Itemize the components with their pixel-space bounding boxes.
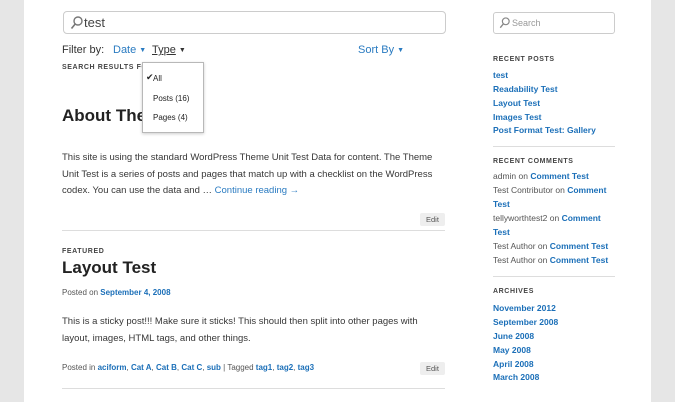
recent-comment-item: tellyworthtest2 on Comment Test: [493, 212, 617, 239]
search-icon: [499, 17, 510, 29]
chevron-down-icon: ▼: [397, 47, 405, 54]
results-heading: SEARCH RESULTS FO: [62, 64, 144, 71]
comment-on: on: [537, 241, 548, 251]
comment-on: on: [537, 255, 548, 265]
post-title[interactable]: About The: [62, 106, 146, 126]
category-link[interactable]: Cat A: [131, 363, 152, 372]
continue-reading-link[interactable]: Continue reading →: [215, 185, 300, 196]
archive-link[interactable]: June 2008: [493, 331, 534, 341]
tag-link[interactable]: tag3: [298, 363, 314, 372]
comment-author: tellyworthtest2: [493, 213, 548, 223]
page: test Filter by: Date ▼ Type ▼ Sort By ▼ SEA…: [24, 0, 651, 402]
comment-post-link[interactable]: Comment Test: [550, 255, 608, 265]
divider: [62, 230, 445, 231]
comment-post-link[interactable]: Comment Test: [550, 241, 608, 251]
comment-on: on: [555, 185, 565, 195]
divider: [493, 146, 615, 147]
post-excerpt: This is a sticky post!!! Make sure it st…: [62, 316, 418, 344]
type-option-pages[interactable]: Pages (4): [153, 113, 188, 122]
comment-post-link[interactable]: Comment Test: [530, 171, 588, 181]
archive-link[interactable]: April 2008: [493, 359, 534, 369]
archive-link[interactable]: November 2012: [493, 303, 556, 313]
recent-post-link[interactable]: test: [493, 70, 508, 80]
comment-on: on: [549, 213, 560, 223]
search-input[interactable]: test: [63, 11, 446, 34]
recent-post-link[interactable]: Readability Test: [493, 84, 558, 94]
post-title[interactable]: Layout Test: [62, 258, 156, 278]
type-option-all[interactable]: All: [153, 74, 162, 83]
category-link[interactable]: sub: [207, 363, 221, 372]
recent-comments-title: RECENT COMMENTS: [493, 158, 574, 165]
sort-by-label: Sort By: [358, 44, 395, 56]
category-link[interactable]: aciform: [98, 363, 127, 372]
recent-comment-item: Test Author on Comment Test: [493, 240, 617, 254]
comment-author: Test Author: [493, 241, 536, 251]
sidebar-search-input[interactable]: Search: [493, 12, 615, 34]
edit-button[interactable]: Edit: [420, 362, 445, 375]
chevron-down-icon: ▼: [178, 47, 186, 54]
sidebar-search-placeholder: Search: [512, 18, 541, 28]
filter-label: Filter by:: [62, 44, 105, 56]
archives-title: ARCHIVES: [493, 288, 534, 295]
post-date-line: Posted on September 4, 2008: [62, 288, 171, 297]
recent-posts-title: RECENT POSTS: [493, 56, 555, 63]
posted-in-label: Posted in: [62, 363, 96, 372]
filter-type-label: Type: [152, 44, 176, 56]
recent-post-link[interactable]: Images Test: [493, 112, 542, 122]
comment-author: Test Author: [493, 255, 536, 265]
filter-type-dropdown[interactable]: Type ▼: [152, 44, 186, 56]
comment-author: admin: [493, 171, 517, 181]
archive-link[interactable]: May 2008: [493, 345, 531, 355]
filter-date-dropdown[interactable]: Date ▼: [113, 44, 146, 56]
comment-on: on: [518, 171, 528, 181]
search-value: test: [84, 15, 105, 30]
recent-post-link[interactable]: Post Format Test: Gallery: [493, 125, 596, 135]
comment-author: Test Contributor: [493, 185, 553, 195]
divider: [493, 276, 615, 277]
divider: [62, 388, 445, 389]
recent-post-link[interactable]: Layout Test: [493, 98, 540, 108]
featured-label: FEATURED: [62, 248, 105, 255]
sort-by-dropdown[interactable]: Sort By ▼: [358, 44, 404, 56]
type-option-posts[interactable]: Posts (16): [153, 94, 189, 103]
archive-link[interactable]: September 2008: [493, 317, 558, 327]
category-link[interactable]: Cat C: [181, 363, 202, 372]
post-date-link[interactable]: September 4, 2008: [100, 288, 170, 297]
recent-comment-item: Test Author on Comment Test: [493, 254, 617, 268]
tagged-label: | Tagged: [223, 363, 254, 372]
category-link[interactable]: Cat B: [156, 363, 177, 372]
post-excerpt: This site is using the standard WordPres…: [62, 150, 445, 200]
chevron-down-icon: ▼: [139, 47, 147, 54]
archive-link[interactable]: March 2008: [493, 372, 539, 382]
recent-comment-item: Test Contributor on Comment Test: [493, 184, 617, 211]
recent-comment-item: admin on Comment Test: [493, 170, 617, 184]
posted-on-label: Posted on: [62, 288, 99, 297]
edit-button[interactable]: Edit: [420, 213, 445, 226]
tag-link[interactable]: tag2: [277, 363, 293, 372]
post-meta: Posted in aciform, Cat A, Cat B, Cat C, …: [62, 363, 315, 372]
tag-link[interactable]: tag1: [256, 363, 272, 372]
filter-date-label: Date: [113, 44, 137, 56]
search-icon: [70, 16, 83, 30]
type-dropdown-menu: ✔ All Posts (16) Pages (4): [142, 62, 204, 133]
